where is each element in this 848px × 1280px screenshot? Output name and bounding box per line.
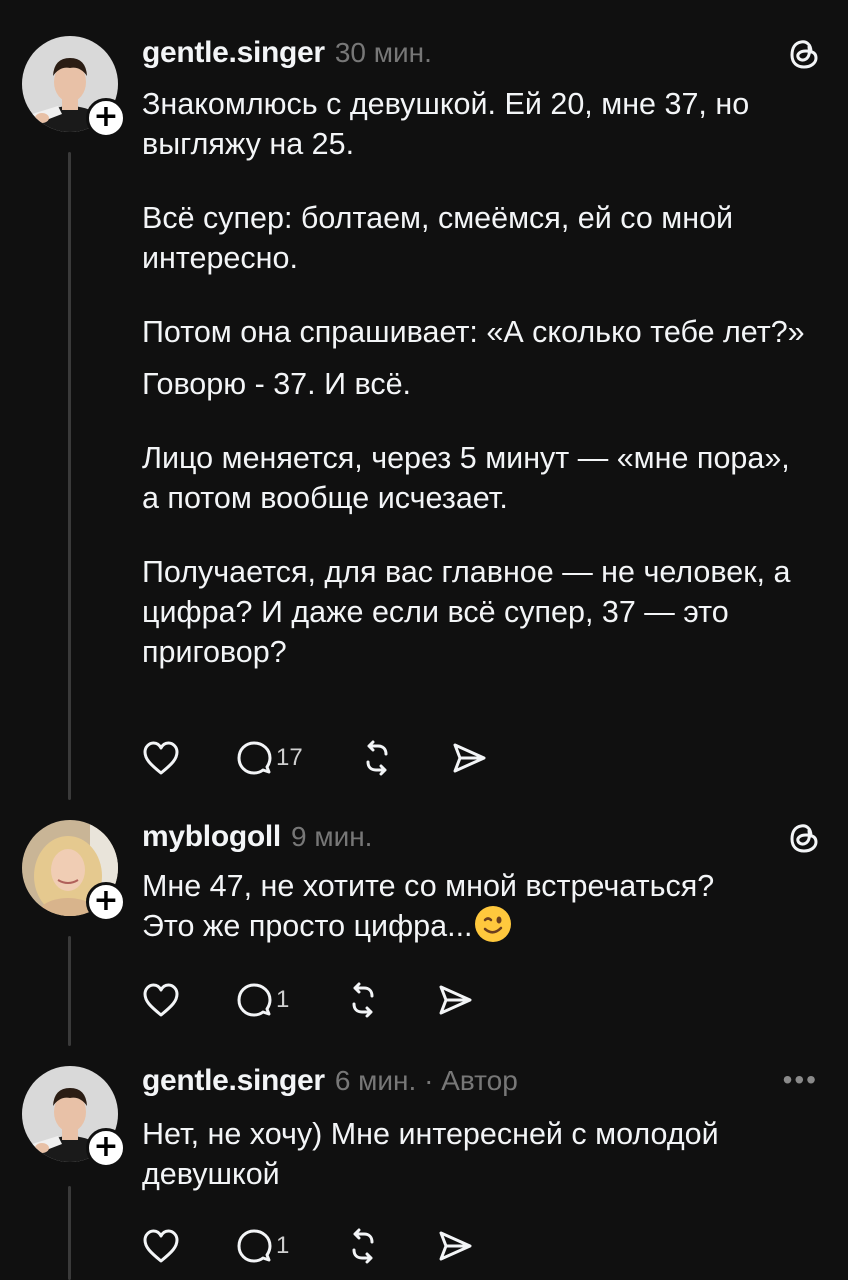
post-paragraph: Лицо меняется, через 5 минут — «мне пора… [142, 441, 790, 515]
heart-icon [143, 1229, 179, 1263]
post-text-line: Нет, не хочу) Мне интересней с молодой [142, 1117, 719, 1151]
reply-count: 1 [276, 1232, 290, 1259]
heart-icon [143, 741, 179, 775]
share-button[interactable] [437, 1228, 473, 1264]
post-body: Знакомлюсь с девушкой. Ей 20, мне 37, но… [142, 84, 808, 672]
more-icon[interactable]: ••• [783, 1064, 818, 1096]
post-header: gentle.singer 6 мин. · Автор [142, 1064, 824, 1104]
post-paragraph: Потом она спрашивает: «А сколько тебе ле… [142, 315, 805, 349]
thread-line [68, 1186, 71, 1280]
follow-button[interactable]: + [86, 1128, 126, 1168]
repost-button[interactable] [345, 982, 381, 1018]
send-icon [439, 985, 472, 1015]
like-button[interactable] [142, 982, 180, 1018]
repost-icon [366, 740, 388, 776]
share-button[interactable] [437, 982, 473, 1018]
post-paragraph: Знакомлюсь с девушкой. Ей 20, мне 37, но… [142, 87, 750, 161]
post-actions: 17 [142, 738, 543, 778]
repost-button[interactable] [359, 740, 395, 776]
winking-face-icon [474, 906, 511, 942]
post-body: Нет, не хочу) Мне интересней с молодой д… [142, 1114, 808, 1194]
post-text-line: Это же просто цифра... [142, 906, 808, 946]
share-button[interactable] [451, 740, 487, 776]
comment-icon [237, 1229, 272, 1263]
comment-icon [237, 983, 272, 1017]
follow-button[interactable]: + [86, 98, 126, 138]
heart-icon [143, 983, 179, 1017]
username[interactable]: myblogoll [142, 820, 281, 854]
post-time: 9 мин. [290, 821, 373, 852]
post-time: 30 мин. [334, 37, 432, 68]
follow-button[interactable]: + [86, 882, 126, 922]
post-text-line: Мне 47, не хотите со мной встречаться? [142, 869, 715, 903]
post-text: Это же просто цифра... [142, 909, 473, 943]
repost-icon [352, 1228, 374, 1264]
threads-logo-icon[interactable] [784, 34, 824, 74]
threads-logo-icon[interactable] [784, 818, 824, 858]
avatar-container[interactable]: + [22, 1066, 126, 1168]
like-button[interactable] [142, 740, 180, 776]
reply-count: 1 [276, 986, 290, 1013]
comment-icon [237, 741, 272, 775]
like-button[interactable] [142, 1228, 180, 1264]
username[interactable]: gentle.singer [142, 1064, 325, 1098]
repost-icon [352, 982, 374, 1018]
send-icon [439, 1231, 472, 1261]
username[interactable]: gentle.singer [142, 36, 325, 70]
repost-button[interactable] [345, 1228, 381, 1264]
avatar-container[interactable]: + [22, 820, 126, 922]
post-body: Мне 47, не хотите со мной встречаться? Э… [142, 866, 808, 946]
post-actions: 1 [142, 1226, 529, 1266]
post-paragraph: Всё супер: болтаем, смеёмся, ей со мной … [142, 201, 734, 275]
post-time: 6 мин. · Автор [334, 1065, 518, 1096]
thread-line [68, 936, 71, 1046]
reply-button[interactable]: 17 [236, 740, 303, 776]
avatar-container[interactable]: + [22, 36, 126, 138]
reply-button[interactable]: 1 [236, 982, 289, 1018]
thread-line [68, 152, 71, 800]
reply-button[interactable]: 1 [236, 1228, 289, 1264]
post-paragraph: Получается, для вас главное — не человек… [142, 555, 791, 669]
post-header: gentle.singer 30 мин. [142, 36, 824, 76]
post-text-line: девушкой [142, 1157, 280, 1191]
post-header: myblogoll 9 мин. [142, 820, 824, 860]
post-paragraph: Говорю - 37. И всё. [142, 367, 412, 401]
send-icon [453, 743, 486, 773]
post-actions: 1 [142, 980, 529, 1020]
reply-count: 17 [276, 744, 303, 771]
